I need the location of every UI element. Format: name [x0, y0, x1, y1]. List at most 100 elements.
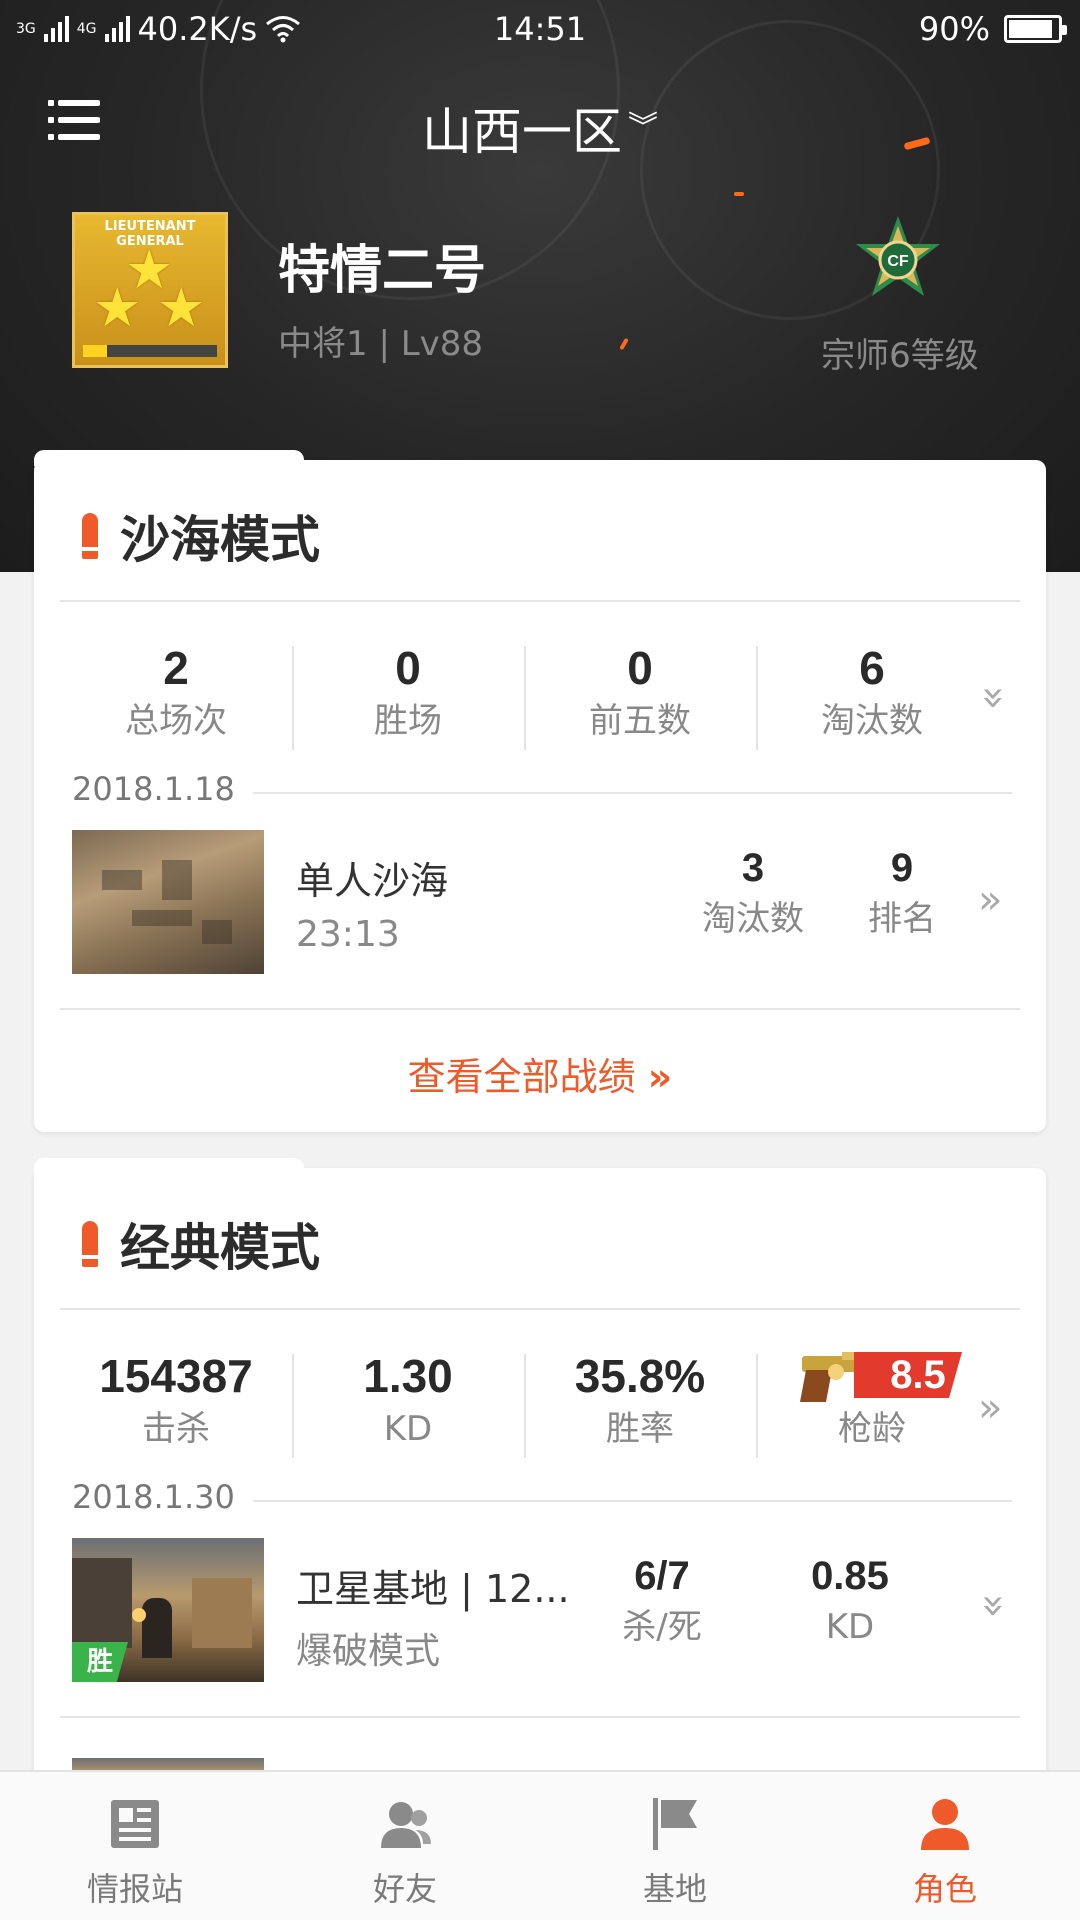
stat-wins: 0 胜场 [292, 640, 524, 760]
chevron-right-icon[interactable]: » [978, 880, 1002, 920]
stat-label: 排名 [868, 899, 936, 939]
match-date: 2018.1.18 [72, 770, 253, 808]
stat-label: KD [383, 1409, 433, 1449]
rank-progress-bar [83, 345, 217, 357]
stat-value: 6 [859, 642, 885, 694]
stat-label: 击杀 [142, 1409, 210, 1449]
stat-label: KD [825, 1607, 875, 1647]
match-stat-kills-deaths: 6/7 杀/死 [592, 1550, 732, 1652]
grade-emblem-icon: CF [856, 216, 940, 296]
stat-kills: 154387 击杀 [60, 1348, 292, 1468]
chevron-down-icon: ︾ [628, 110, 658, 145]
gun-age-value: 8.5 [854, 1352, 962, 1398]
ember-decoration [734, 192, 744, 196]
star-icon: ★ [157, 276, 206, 339]
gun-age-badge: 8.5 [792, 1348, 962, 1404]
stat-label: 杀/死 [622, 1607, 702, 1647]
tab-label: 好友 [372, 1870, 437, 1908]
stat-kd: 1.30 KD [292, 1348, 524, 1468]
stat-value: 3 [741, 846, 765, 890]
stat-top-five: 0 前五数 [524, 640, 756, 760]
classic-mode-title: 经典模式 [120, 1219, 320, 1277]
stat-value: 154387 [99, 1350, 253, 1402]
stat-value: 9 [890, 846, 914, 890]
bullet-icon [82, 1221, 98, 1267]
flag-icon [653, 1798, 697, 1850]
stat-label: 总场次 [125, 701, 227, 741]
star-icon: ★ [93, 276, 142, 339]
stat-value: 2 [163, 642, 189, 694]
stat-label: 胜率 [606, 1409, 674, 1449]
map-thumbnail: 胜 [72, 1538, 264, 1682]
news-icon [111, 1800, 159, 1848]
match-stat-rank: 9 排名 [832, 842, 972, 944]
divider [60, 1716, 1020, 1718]
stat-value: 6/7 [634, 1554, 690, 1598]
stat-total-games: 2 总场次 [60, 640, 292, 760]
match-stat-eliminations: 3 淘汰数 [683, 842, 823, 944]
sand-mode-card: 沙海模式 2 总场次 0 胜场 0 前五数 6 淘汰数 » 2018.1.18 单人沙海… [34, 450, 1046, 1132]
card-tab [34, 450, 304, 466]
match-mode-name: 单人沙海 [296, 859, 449, 903]
battery-icon [1004, 15, 1067, 43]
stat-label: 前五数 [589, 701, 691, 741]
tab-news[interactable]: 情报站 [0, 1772, 270, 1920]
stat-label: 淘汰数 [702, 899, 804, 939]
win-badge: 胜 [72, 1642, 128, 1682]
sand-mode-header: 沙海模式 [82, 500, 320, 572]
stat-value: 0.85 [811, 1554, 889, 1598]
chevron-down-icon[interactable]: » [971, 1594, 1017, 1618]
card-tab [34, 1158, 304, 1174]
stat-value: 0 [395, 642, 421, 694]
region-selector[interactable]: 山西一区 ︾ [0, 92, 1080, 164]
person-icon [921, 1799, 969, 1850]
classic-mode-card: 经典模式 154387 击杀 1.30 KD 35.8% 胜率 8.5 枪龄 » [34, 1158, 1046, 1808]
tab-character[interactable]: 角色 [810, 1772, 1080, 1920]
divider [60, 600, 1020, 602]
chevron-right-icon[interactable]: » [978, 1388, 1002, 1428]
match-date: 2018.1.30 [72, 1478, 253, 1516]
region-label: 山西一区 [422, 103, 622, 161]
view-all-label: 查看全部战绩 [407, 1055, 636, 1099]
classic-mode-header: 经典模式 [82, 1208, 320, 1280]
status-bar: 3G 4G 40.2K/s 14:51 90% [0, 0, 1080, 56]
stat-value: 35.8% [574, 1350, 706, 1402]
divider [60, 1008, 1020, 1010]
sand-mode-stats[interactable]: 2 总场次 0 胜场 0 前五数 6 淘汰数 [60, 640, 988, 760]
match-stat-kd: 0.85 KD [780, 1550, 920, 1652]
grade-label: 宗师6等级 [821, 336, 979, 376]
rank-badge: LIEUTENANT GENERAL ★ ★ ★ [72, 212, 228, 368]
stat-value: 0 [627, 642, 653, 694]
player-level: 中将1 | Lv88 [278, 324, 484, 364]
emblem-text: CF [887, 253, 909, 270]
ember-decoration [619, 337, 629, 351]
match-mode: 爆破模式 [296, 1631, 441, 1672]
status-right: 90% [918, 10, 1067, 48]
view-all-records-link[interactable]: 查看全部战绩 » [34, 1046, 1046, 1101]
tab-base[interactable]: 基地 [540, 1772, 810, 1920]
tab-label: 基地 [642, 1870, 707, 1908]
stat-gun-age: 8.5 枪龄 [756, 1348, 988, 1468]
stat-value: 1.30 [363, 1350, 453, 1402]
bullet-icon [82, 513, 98, 559]
bottom-tab-bar: 情报站 好友 基地 角色 [0, 1770, 1080, 1920]
stat-eliminations: 6 淘汰数 [756, 640, 988, 760]
divider [194, 1500, 1012, 1502]
stat-win-rate: 35.8% 胜率 [524, 1348, 756, 1468]
divider [60, 1308, 1020, 1310]
map-thumbnail [72, 830, 264, 974]
tab-friends[interactable]: 好友 [270, 1772, 540, 1920]
tab-label: 情报站 [86, 1870, 183, 1908]
battery-percent: 90% [918, 10, 990, 48]
chevron-down-icon[interactable]: » [971, 686, 1017, 710]
sand-mode-title: 沙海模式 [120, 511, 320, 569]
match-duration: 23:13 [296, 914, 400, 955]
double-chevron-right-icon: » [647, 1055, 673, 1099]
stat-label: 胜场 [374, 701, 442, 741]
tab-label: 角色 [912, 1870, 977, 1908]
stat-label: 枪龄 [838, 1409, 906, 1449]
player-name: 特情二号 [278, 241, 487, 301]
classic-mode-stats[interactable]: 154387 击杀 1.30 KD 35.8% 胜率 8.5 枪龄 [60, 1348, 988, 1468]
stat-label: 淘汰数 [821, 701, 923, 741]
friends-icon [381, 1802, 431, 1848]
